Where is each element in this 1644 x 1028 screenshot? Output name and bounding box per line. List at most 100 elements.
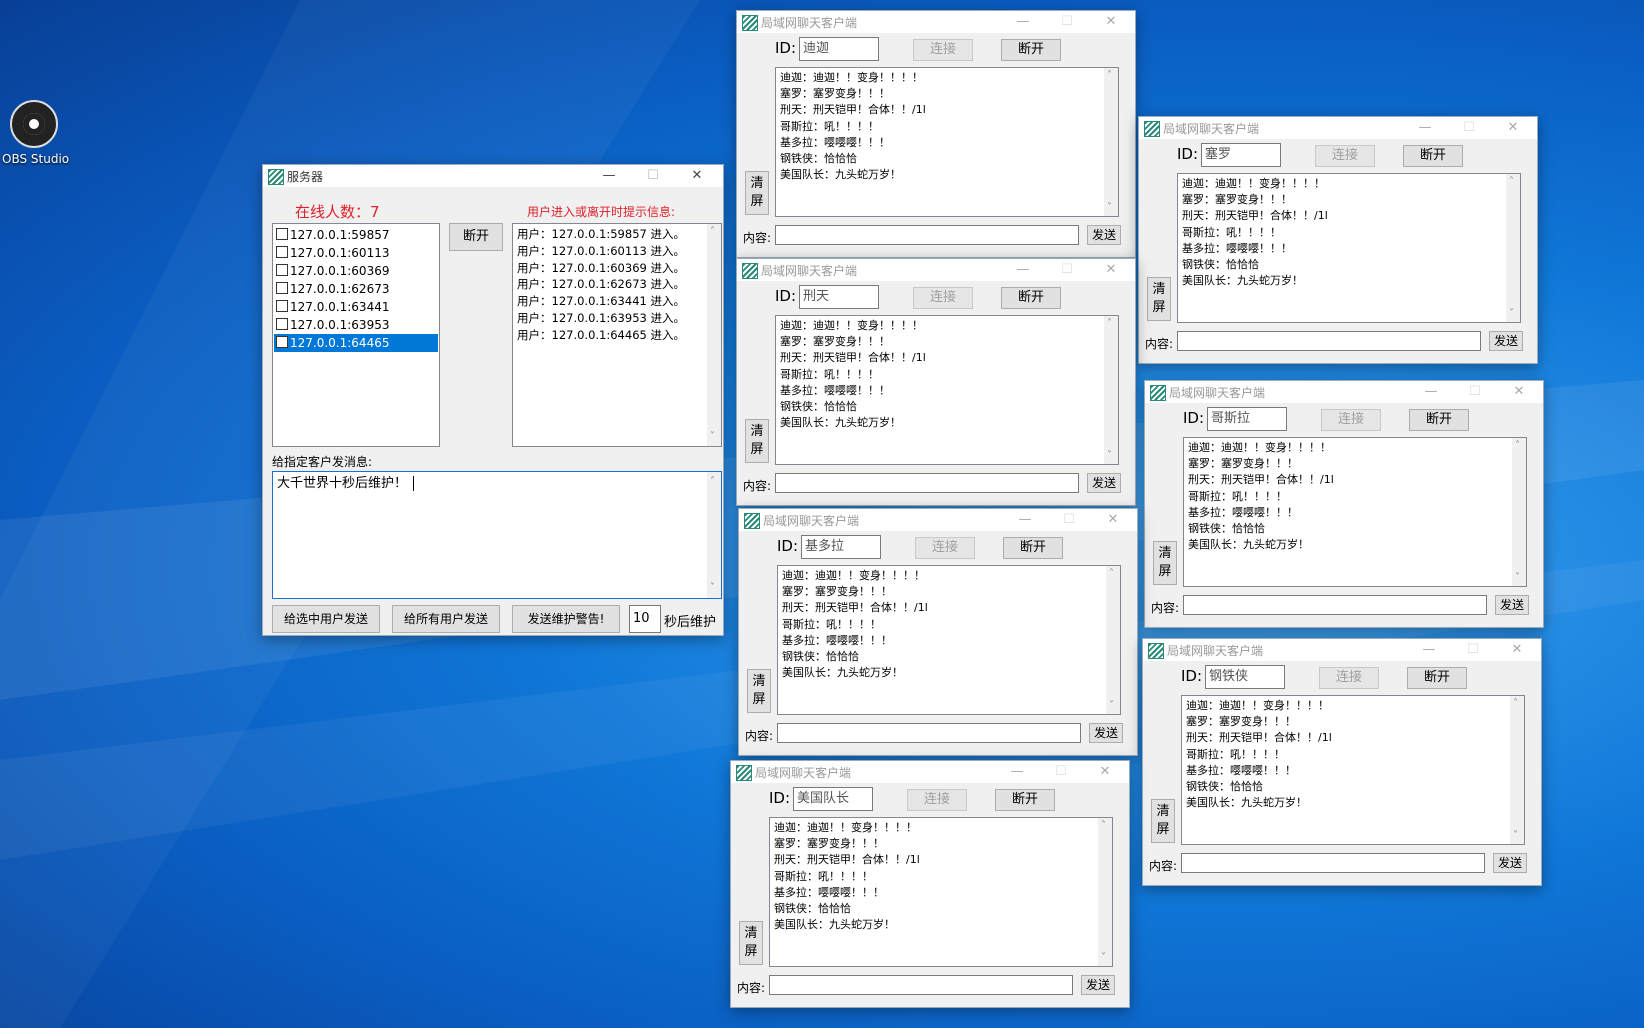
send-button[interactable]: 发送	[1081, 975, 1115, 995]
id-input[interactable]: 迪迦	[799, 37, 879, 61]
clear-screen-button[interactable]: 清屏	[739, 921, 763, 965]
client-list-item[interactable]: 127.0.0.1:60369	[274, 262, 438, 280]
clear-screen-button[interactable]: 清屏	[1147, 277, 1171, 321]
client-titlebar[interactable]: 局域网聊天客户端 — ☐ ✕	[737, 259, 1135, 281]
client-titlebar[interactable]: 局域网聊天客户端 — ☐ ✕	[1143, 639, 1541, 661]
client-list[interactable]: 127.0.0.1:59857 127.0.0.1:60113 127.0.0.1:…	[272, 223, 440, 447]
clear-screen-button[interactable]: 清屏	[745, 171, 769, 215]
close-icon[interactable]: ✕	[1083, 761, 1127, 783]
id-input[interactable]: 刑天	[799, 285, 879, 309]
checkbox[interactable]	[276, 282, 288, 294]
message-input[interactable]: 大千世界十秒后维护！	[272, 471, 722, 599]
scrollbar[interactable]	[1106, 566, 1120, 714]
client-list-item[interactable]: 127.0.0.1:63953	[274, 316, 438, 334]
connect-button[interactable]: 连接	[913, 287, 973, 309]
disconnect-client-button[interactable]: 断开	[449, 223, 503, 251]
client-titlebar[interactable]: 局域网聊天客户端 — ☐ ✕	[1139, 117, 1537, 139]
close-icon[interactable]: ✕	[675, 165, 719, 187]
scrollbar[interactable]	[1512, 438, 1526, 586]
minimize-icon[interactable]: —	[1003, 509, 1047, 531]
connect-button[interactable]: 连接	[1315, 145, 1375, 167]
connect-button[interactable]: 连接	[915, 537, 975, 559]
minimize-icon[interactable]: —	[1407, 639, 1451, 661]
minimize-icon[interactable]: —	[1001, 11, 1045, 33]
checkbox[interactable]	[276, 318, 288, 330]
client-list-item[interactable]: 127.0.0.1:62673	[274, 280, 438, 298]
minimize-icon[interactable]: —	[1001, 259, 1045, 281]
scrollbar[interactable]	[707, 472, 721, 598]
clear-screen-button[interactable]: 清屏	[1153, 541, 1177, 585]
send-button[interactable]: 发送	[1087, 473, 1121, 493]
seconds-input[interactable]: 10	[629, 605, 661, 633]
close-icon[interactable]: ✕	[1091, 509, 1135, 531]
id-input[interactable]: 塞罗	[1201, 143, 1281, 167]
maximize-icon[interactable]: ☐	[1453, 381, 1497, 403]
maximize-icon[interactable]: ☐	[1045, 11, 1089, 33]
client-titlebar[interactable]: 局域网聊天客户端 — ☐ ✕	[737, 11, 1135, 33]
disconnect-button[interactable]: 断开	[1403, 145, 1463, 167]
close-icon[interactable]: ✕	[1495, 639, 1539, 661]
scrollbar[interactable]	[1098, 818, 1112, 966]
id-input[interactable]: 美国队长	[793, 787, 873, 811]
maximize-icon[interactable]: ☐	[1047, 509, 1091, 531]
maximize-icon[interactable]: ☐	[631, 165, 675, 187]
checkbox[interactable]	[276, 228, 288, 240]
id-input[interactable]: 哥斯拉	[1207, 407, 1287, 431]
disconnect-button[interactable]: 断开	[1003, 537, 1063, 559]
close-icon[interactable]: ✕	[1089, 259, 1133, 281]
close-icon[interactable]: ✕	[1497, 381, 1541, 403]
send-all-button[interactable]: 给所有用户发送	[392, 605, 500, 633]
client-list-item[interactable]: 127.0.0.1:63441	[274, 298, 438, 316]
id-input[interactable]: 钢铁侠	[1205, 665, 1285, 689]
maximize-icon[interactable]: ☐	[1045, 259, 1089, 281]
send-button[interactable]: 发送	[1087, 225, 1121, 245]
send-button[interactable]: 发送	[1089, 723, 1123, 743]
maintenance-warning-button[interactable]: 发送维护警告!	[512, 605, 620, 633]
disconnect-button[interactable]: 断开	[1001, 39, 1061, 61]
content-input[interactable]	[777, 723, 1081, 743]
maximize-icon[interactable]: ☐	[1451, 639, 1495, 661]
send-button[interactable]: 发送	[1489, 331, 1523, 351]
client-list-item[interactable]: 127.0.0.1:60113	[274, 244, 438, 262]
content-input[interactable]	[775, 225, 1079, 245]
send-button[interactable]: 发送	[1495, 595, 1529, 615]
content-input[interactable]	[1183, 595, 1487, 615]
close-icon[interactable]: ✕	[1089, 11, 1133, 33]
disconnect-button[interactable]: 断开	[1407, 667, 1467, 689]
connect-button[interactable]: 连接	[1321, 409, 1381, 431]
close-icon[interactable]: ✕	[1491, 117, 1535, 139]
id-input[interactable]: 基多拉	[801, 535, 881, 559]
scrollbar[interactable]	[1506, 174, 1520, 322]
scrollbar[interactable]	[1510, 696, 1524, 844]
client-titlebar[interactable]: 局域网聊天客户端 — ☐ ✕	[731, 761, 1129, 783]
maximize-icon[interactable]: ☐	[1447, 117, 1491, 139]
client-titlebar[interactable]: 局域网聊天客户端 — ☐ ✕	[739, 509, 1137, 531]
checkbox[interactable]	[276, 264, 288, 276]
content-input[interactable]	[769, 975, 1073, 995]
send-selected-button[interactable]: 给选中用户发送	[272, 605, 380, 633]
minimize-icon[interactable]: —	[1403, 117, 1447, 139]
minimize-icon[interactable]: —	[587, 165, 631, 187]
clear-screen-button[interactable]: 清屏	[745, 419, 769, 463]
disconnect-button[interactable]: 断开	[995, 789, 1055, 811]
connect-button[interactable]: 连接	[1319, 667, 1379, 689]
maximize-icon[interactable]: ☐	[1039, 761, 1083, 783]
connect-button[interactable]: 连接	[907, 789, 967, 811]
clear-screen-button[interactable]: 清屏	[1151, 799, 1175, 843]
minimize-icon[interactable]: —	[1409, 381, 1453, 403]
client-titlebar[interactable]: 局域网聊天客户端 — ☐ ✕	[1145, 381, 1543, 403]
obs-studio-desktop-icon[interactable]: OBS Studio	[2, 100, 69, 166]
minimize-icon[interactable]: —	[995, 761, 1039, 783]
content-input[interactable]	[1181, 853, 1485, 873]
client-list-item[interactable]: 127.0.0.1:59857	[274, 226, 438, 244]
scrollbar[interactable]	[707, 224, 721, 446]
client-list-item[interactable]: 127.0.0.1:64465	[274, 334, 438, 352]
disconnect-button[interactable]: 断开	[1409, 409, 1469, 431]
scrollbar[interactable]	[1104, 316, 1118, 464]
checkbox[interactable]	[276, 300, 288, 312]
scrollbar[interactable]	[1104, 68, 1118, 216]
clear-screen-button[interactable]: 清屏	[747, 669, 771, 713]
content-input[interactable]	[775, 473, 1079, 493]
checkbox[interactable]	[276, 246, 288, 258]
server-titlebar[interactable]: 服务器 — ☐ ✕	[263, 165, 723, 187]
